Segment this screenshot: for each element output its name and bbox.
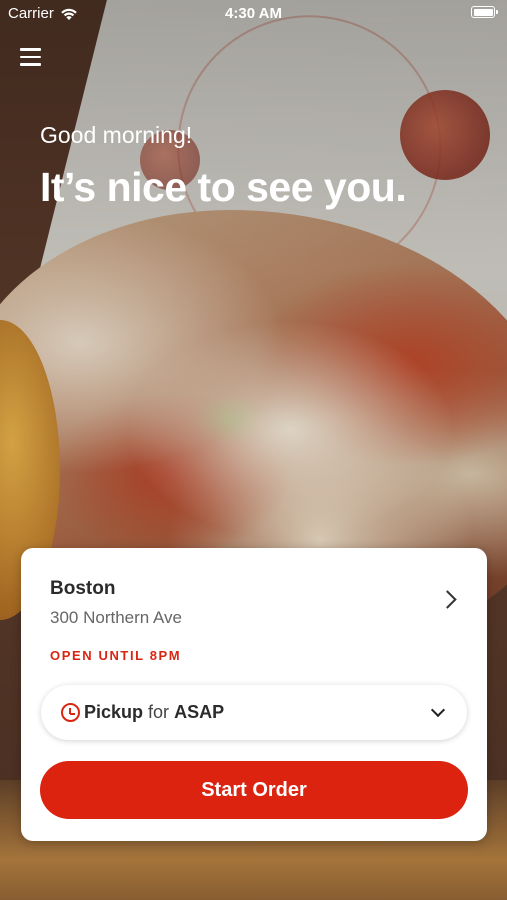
store-hours: OPEN UNTIL 8PM (50, 648, 182, 663)
menu-icon[interactable] (20, 48, 41, 66)
greeting-text: Good morning! (40, 122, 193, 148)
order-timing: ASAP (174, 702, 225, 722)
status-bar: Carrier 4:30 AM (0, 0, 507, 28)
clock-icon (61, 703, 80, 722)
start-order-button[interactable]: Start Order (40, 761, 468, 819)
chevron-down-icon (430, 702, 446, 718)
order-method: Pickup (84, 702, 144, 722)
order-mode-text: Pickup for ASAP (84, 702, 224, 723)
location-card: Boston 300 Northern Ave OPEN UNTIL 8PM P… (21, 548, 487, 841)
status-time: 4:30 AM (225, 5, 282, 22)
order-connector: for (148, 702, 170, 722)
headline-text: It’s nice to see you. (40, 164, 407, 210)
battery-icon (471, 6, 498, 18)
chevron-right-icon (438, 590, 457, 609)
location-selector[interactable]: Boston 300 Northern Ave (21, 548, 487, 648)
order-mode-selector[interactable]: Pickup for ASAP (41, 685, 467, 740)
location-address: 300 Northern Ave (50, 608, 182, 627)
location-city: Boston (50, 578, 116, 599)
